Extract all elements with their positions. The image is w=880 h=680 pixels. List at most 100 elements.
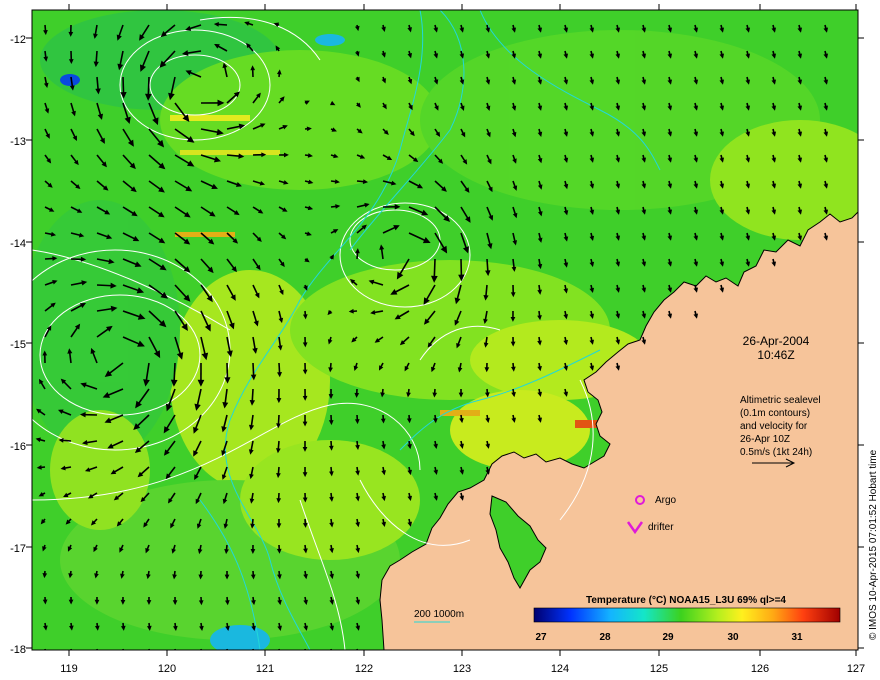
velocity-arrowhead <box>745 27 751 33</box>
velocity-arrowhead <box>511 131 517 138</box>
velocity-arrowhead <box>615 313 621 319</box>
velocity-arrowhead <box>485 27 491 33</box>
velocity-arrowhead <box>355 599 361 605</box>
velocity-arrowhead <box>94 573 99 579</box>
velocity-arrowhead <box>355 102 361 108</box>
velocity-arrowhead <box>771 53 777 59</box>
velocity-arrowhead <box>145 547 150 554</box>
velocity-arrowhead <box>485 469 491 475</box>
velocity-arrowhead <box>359 154 366 159</box>
velocity-arrowhead <box>823 183 829 189</box>
velocity-arrowhead <box>253 653 255 655</box>
velocity-arrowhead <box>563 79 569 85</box>
velocity-arrowhead <box>199 625 204 632</box>
velocity-arrowhead <box>221 474 227 480</box>
velocity-arrowhead <box>407 521 413 527</box>
velocity-arrowhead <box>329 100 336 106</box>
velocity-arrowhead <box>50 302 56 308</box>
velocity-arrowhead <box>667 183 673 189</box>
velocity-arrowhead <box>563 131 569 137</box>
velocity-arrowhead <box>93 33 98 39</box>
velocity-arrowhead <box>195 498 200 505</box>
velocity-arrowhead <box>276 473 281 479</box>
velocity-arrowhead <box>797 209 803 215</box>
velocity-arrowhead <box>433 418 438 424</box>
velocity-arrowhead <box>407 443 412 450</box>
velocity-arrowhead <box>279 653 281 655</box>
velocity-arrowhead <box>589 157 595 163</box>
velocity-arrowhead <box>537 263 543 270</box>
velocity-arrowhead <box>589 235 595 242</box>
velocity-arrowhead <box>745 53 751 59</box>
velocity-arrowhead <box>302 446 308 452</box>
velocity-arrowhead <box>667 157 673 163</box>
velocity-arrowhead <box>537 340 542 346</box>
velocity-arrowhead <box>46 158 52 164</box>
velocity-arrowhead <box>510 316 516 322</box>
velocity-arrowhead <box>641 261 647 267</box>
velocity-arrowhead <box>693 209 699 215</box>
velocity-arrowhead <box>73 159 79 166</box>
velocity-arrowhead <box>485 53 491 59</box>
velocity-arrowhead <box>357 653 359 655</box>
velocity-arrowhead <box>615 157 621 163</box>
velocity-arrowhead <box>170 523 175 529</box>
velocity-arrowhead <box>76 208 83 213</box>
velocity-arrowhead <box>52 279 58 285</box>
velocity-arrowhead <box>459 27 465 33</box>
velocity-arrowhead <box>563 105 569 111</box>
velocity-arrowhead <box>615 27 621 33</box>
velocity-arrowhead <box>302 395 308 401</box>
velocity-arrowhead <box>589 27 595 33</box>
velocity-arrowhead <box>407 78 413 85</box>
velocity-arrowhead <box>512 240 518 246</box>
velocity-arrowhead <box>745 235 751 241</box>
velocity-arrowhead <box>667 287 673 293</box>
velocity-arrowhead <box>276 548 282 554</box>
velocity-arrowhead <box>459 79 465 85</box>
velocity-arrowhead <box>589 183 595 189</box>
velocity-arrowhead <box>511 366 516 372</box>
velocity-arrowhead <box>48 207 55 212</box>
velocity-arrowhead <box>693 53 699 59</box>
velocity-arrowhead <box>399 340 406 346</box>
velocity-arrowhead <box>370 310 376 315</box>
velocity-arrowhead <box>275 45 281 51</box>
velocity-arrowhead <box>483 318 488 325</box>
velocity-arrowhead <box>355 76 360 83</box>
velocity-arrowhead <box>589 53 595 59</box>
velocity-arrowhead <box>302 369 308 375</box>
velocity-arrowhead <box>79 411 86 418</box>
velocity-arrowhead <box>771 131 777 137</box>
velocity-arrowhead <box>36 408 42 414</box>
lon-tick-label: 125 <box>650 663 668 675</box>
velocity-arrowhead <box>349 278 356 284</box>
velocity-arrowhead <box>383 129 389 135</box>
velocity-arrowhead <box>537 391 542 397</box>
velocity-arrowhead <box>459 443 464 449</box>
velocity-arrowhead <box>615 183 621 189</box>
velocity-arrowhead <box>797 105 803 111</box>
velocity-arrowhead <box>719 105 725 111</box>
velocity-arrowhead <box>355 444 360 450</box>
velocity-arrowhead <box>641 235 647 241</box>
velocity-arrowhead <box>381 521 387 528</box>
velocity-arrowhead <box>279 261 285 268</box>
velocity-arrowhead <box>386 155 393 161</box>
velocity-arrowhead <box>641 287 647 293</box>
velocity-arrowhead <box>432 392 438 398</box>
velocity-arrowhead <box>116 521 122 527</box>
velocity-arrowhead <box>65 519 71 525</box>
velocity-arrowhead <box>462 159 468 165</box>
velocity-arrowhead <box>615 79 621 85</box>
velocity-arrowhead <box>641 157 647 163</box>
velocity-arrowhead <box>94 625 100 631</box>
velocity-arrowhead <box>563 157 569 163</box>
velocity-arrowhead <box>303 625 308 631</box>
velocity-arrowhead <box>771 79 777 85</box>
velocity-arrowhead <box>38 492 44 497</box>
velocity-arrowhead <box>563 27 569 33</box>
velocity-arrowhead <box>431 366 436 373</box>
velocity-arrowhead <box>327 339 333 345</box>
drifter-label: drifter <box>648 522 674 533</box>
